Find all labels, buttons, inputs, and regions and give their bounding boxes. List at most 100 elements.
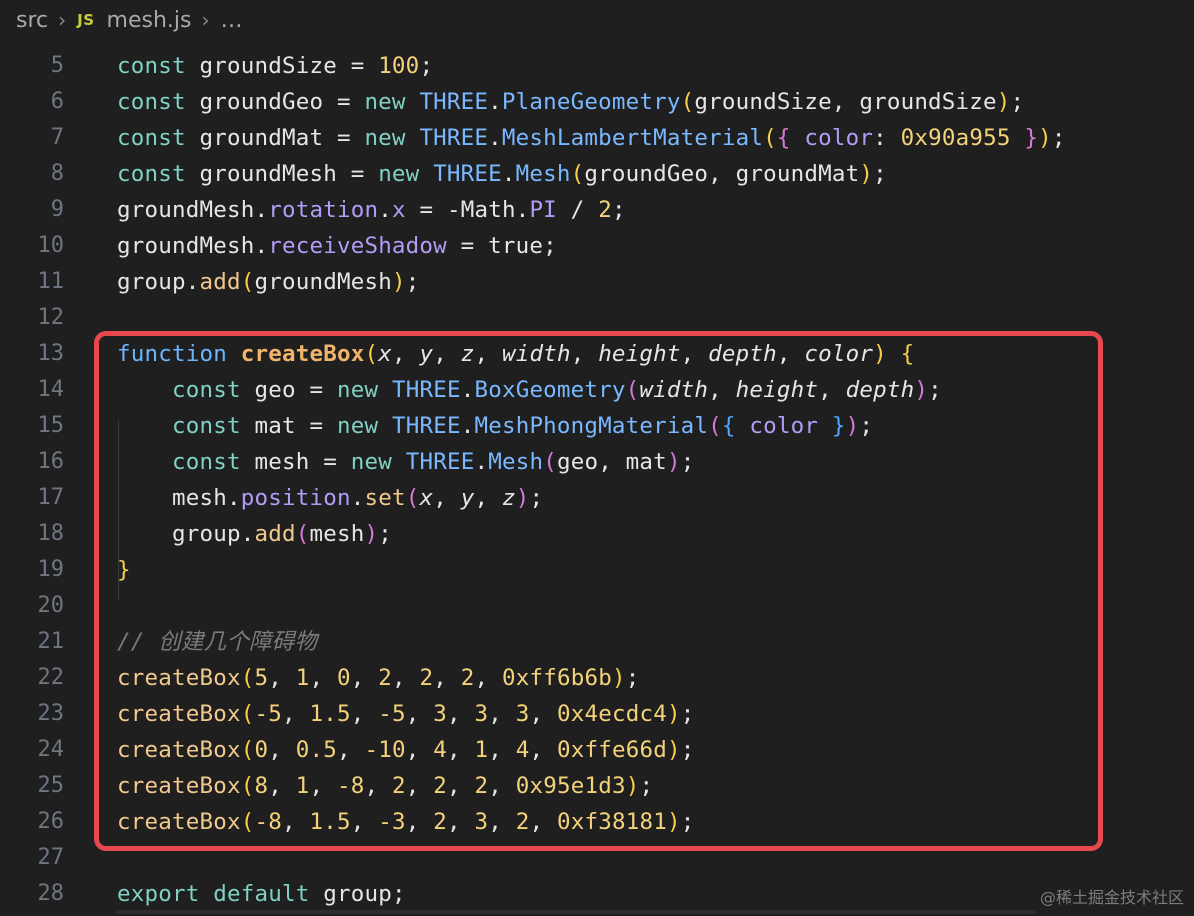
code-token: createBox	[117, 773, 241, 799]
code-token: 2	[515, 809, 530, 835]
code-line[interactable]: 27	[0, 840, 1194, 876]
code-line[interactable]: 12	[0, 300, 1194, 336]
code-line[interactable]: 21 // 创建几个障碍物	[0, 624, 1194, 660]
code-text[interactable]: // 创建几个障碍物	[117, 624, 317, 660]
code-token: position	[240, 485, 351, 511]
code-line[interactable]: 19}	[0, 552, 1194, 588]
code-token: groundGeo =	[185, 89, 365, 115]
code-line[interactable]: 7 const groundMat = new THREE.MeshLambert…	[0, 120, 1194, 156]
code-line[interactable]: 23 createBox(-5, 1.5, -5, 3, 3, 3, 0x4ecd…	[0, 696, 1194, 732]
code-token: .	[488, 89, 502, 115]
code-text[interactable]: const mesh = new THREE.Mesh(geo, mat);	[117, 444, 694, 480]
code-line[interactable]: 10 groundMesh.receiveShadow = true;	[0, 228, 1194, 264]
code-text[interactable]: group.add(groundMesh);	[117, 264, 419, 300]
breadcrumb-file[interactable]: mesh.js	[107, 8, 192, 33]
code-line[interactable]: 16 const mesh = new THREE.Mesh(geo, mat)…	[0, 444, 1194, 480]
code-token: (	[405, 485, 420, 511]
code-token: new	[336, 377, 379, 403]
code-line[interactable]: 9 groundMesh.rotation.x = -Math.PI / 2;	[0, 192, 1194, 228]
code-token: ,	[446, 809, 475, 835]
code-line[interactable]: 6 const groundGeo = new THREE.PlaneGeomet…	[0, 84, 1194, 120]
code-text[interactable]: export default group;	[117, 876, 406, 912]
code-text[interactable]: createBox(-5, 1.5, -5, 3, 3, 3, 0x4ecdc4…	[117, 696, 694, 732]
code-token: )	[873, 341, 887, 367]
code-token: .	[460, 377, 475, 403]
code-token: -10	[364, 737, 406, 763]
code-text[interactable]: createBox(5, 1, 0, 2, 2, 2, 0xff6b6b);	[117, 660, 639, 696]
code-token: 3	[474, 809, 489, 835]
code-line[interactable]: 24 createBox(0, 0.5, -10, 4, 1, 4, 0xffe6…	[0, 732, 1194, 768]
code-token: -5	[378, 701, 406, 727]
code-token: {	[900, 341, 915, 367]
code-text[interactable]: createBox(-8, 1.5, -3, 2, 3, 2, 0xf38181…	[117, 804, 694, 840]
code-token: ,	[309, 773, 337, 799]
breadcrumb-symbols[interactable]: …	[220, 8, 242, 33]
code-token: geo =	[240, 377, 337, 403]
code-text[interactable]: createBox(0, 0.5, -10, 4, 1, 4, 0xffe66d…	[117, 732, 694, 768]
code-text[interactable]: const groundMat = new THREE.MeshLambertM…	[117, 120, 1066, 156]
code-line[interactable]: 28 export default group;	[0, 876, 1194, 912]
chevron-right-icon: ›	[58, 8, 67, 32]
code-token: groundMesh.	[117, 197, 269, 223]
code-text[interactable]: const mat = new THREE.MeshPhongMaterial(…	[117, 408, 873, 444]
code-line[interactable]: 13 function createBox(x, y, z, width, hei…	[0, 336, 1194, 372]
code-token: ,	[488, 773, 516, 799]
code-text[interactable]: const groundSize = 100;	[117, 48, 433, 84]
code-token: groundMesh	[254, 269, 392, 295]
code-token: ;	[680, 809, 695, 835]
code-line[interactable]: 18 group.add(mesh);	[0, 516, 1194, 552]
code-text[interactable]: const groundMesh = new THREE.Mesh(ground…	[117, 156, 887, 192]
code-text[interactable]: function createBox(x, y, z, width, heigh…	[117, 336, 914, 372]
code-token: ,	[433, 341, 461, 367]
code-token: ,	[474, 665, 502, 691]
code-line[interactable]: 15 const mat = new THREE.MeshPhongMateri…	[0, 408, 1194, 444]
code-token: ,	[529, 701, 557, 727]
code-token: (	[543, 449, 557, 475]
code-token: ,	[529, 737, 557, 763]
code-line[interactable]: 5 const groundSize = 100;	[0, 48, 1194, 84]
code-text[interactable]: const groundGeo = new THREE.PlaneGeometr…	[117, 84, 1024, 120]
code-token: )	[845, 413, 860, 439]
code-line[interactable]: 11 group.add(groundMesh);	[0, 264, 1194, 300]
code-text[interactable]: mesh.position.set(x, y, z);	[117, 480, 543, 516]
code-token: 4	[515, 737, 530, 763]
code-text[interactable]: const geo = new THREE.BoxGeometry(width,…	[117, 372, 942, 408]
code-token: 1.5	[309, 701, 351, 727]
code-editor[interactable]: 5 const groundSize = 100; 6 const groundGeo…	[0, 48, 1194, 916]
code-token: (	[240, 809, 255, 835]
code-text[interactable]: groundMesh.receiveShadow = true;	[117, 228, 557, 264]
code-token: )	[859, 161, 874, 187]
code-line[interactable]: 26 createBox(-8, 1.5, -3, 2, 3, 2, 0xf381…	[0, 804, 1194, 840]
code-token: -5	[254, 701, 282, 727]
code-token: .	[350, 485, 365, 511]
code-token: const	[117, 89, 186, 115]
code-token: -3	[378, 809, 406, 835]
code-line[interactable]: 17 mesh.position.set(x, y, z);	[0, 480, 1194, 516]
code-line[interactable]: 14 const geo = new THREE.BoxGeometry(wid…	[0, 372, 1194, 408]
code-line[interactable]: 22 createBox(5, 1, 0, 2, 2, 2, 0xff6b6b);	[0, 660, 1194, 696]
code-token: ,	[350, 809, 379, 835]
code-token: new	[336, 413, 379, 439]
code-token: ,	[350, 701, 379, 727]
line-number: 24	[37, 737, 65, 762]
code-line[interactable]: 25 createBox(8, 1, -8, 2, 2, 2, 0x95e1d3)…	[0, 768, 1194, 804]
code-text[interactable]: groundMesh.rotation.x = -Math.PI / 2;	[117, 192, 626, 228]
code-token: mesh =	[240, 449, 351, 475]
code-token: MeshLambertMaterial	[501, 125, 764, 151]
code-token: createBox	[117, 737, 241, 763]
line-number: 19	[37, 557, 65, 582]
code-token: ;	[680, 737, 695, 763]
breadcrumb-folder[interactable]: src	[16, 8, 48, 33]
code-text[interactable]: }	[117, 552, 131, 588]
code-line[interactable]: 8 const groundMesh = new THREE.Mesh(groun…	[0, 156, 1194, 192]
chevron-right-icon: ›	[201, 8, 210, 32]
code-text[interactable]: createBox(8, 1, -8, 2, 2, 2, 0x95e1d3);	[117, 768, 653, 804]
code-text[interactable]: group.add(mesh);	[117, 516, 392, 552]
code-line[interactable]: 20	[0, 588, 1194, 624]
code-token: Mesh	[488, 449, 544, 475]
